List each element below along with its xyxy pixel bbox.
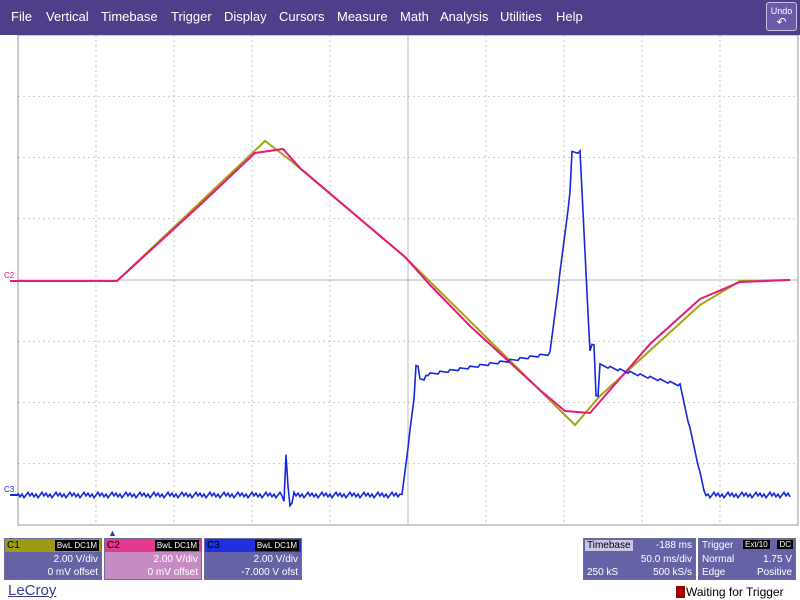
trigger-level: 1.75 V (763, 554, 792, 565)
timebase-scale: 50.0 ms/div (640, 554, 692, 565)
trigger-box[interactable]: Trigger Ext/10 DC Normal 1.75 V Edge Pos… (698, 538, 796, 580)
c3-tags: BwL DC1M (254, 540, 299, 551)
trigger-label: Trigger (702, 540, 734, 551)
c2-scale: 2.00 V/div (153, 554, 198, 565)
menu-timebase[interactable]: Timebase (101, 9, 158, 24)
trigger-position-icon: ▲ (108, 528, 117, 538)
menu-math[interactable]: Math (400, 9, 429, 24)
trigger-type: Edge (702, 567, 726, 578)
menu-vertical[interactable]: Vertical (46, 9, 89, 24)
timebase-box[interactable]: Timebase -188 ms 50.0 ms/div 250 kS 500 … (583, 538, 696, 580)
c3-marker-label: C3 (4, 485, 15, 494)
c2-marker-label: C2 (4, 271, 15, 280)
c2-name: C2 (107, 540, 120, 551)
menu-measure[interactable]: Measure (337, 9, 388, 24)
timebase-samples: 250 kS (587, 567, 619, 578)
timebase-label: Timebase (585, 540, 633, 551)
menu-trigger[interactable]: Trigger (171, 9, 212, 24)
traces (17, 139, 791, 508)
menu-help[interactable]: Help (556, 9, 583, 24)
c3-offset: -7.000 V ofst (241, 567, 298, 578)
c1-name: C1 (7, 540, 20, 551)
undo-icon: ↶ (776, 15, 787, 29)
c1-tags: BwL DC1M (54, 540, 99, 551)
acquisition-status: Waiting for Trigger (676, 585, 784, 599)
c2-tags: BwL DC1M (154, 540, 199, 551)
menu-cursors[interactable]: Cursors (279, 9, 325, 24)
trigger-coupling: DC (777, 540, 793, 549)
trigger-mode: Normal (702, 554, 735, 565)
timebase-delay: -188 ms (655, 540, 692, 551)
c3-scale: 2.00 V/div (253, 554, 298, 565)
menu-display[interactable]: Display (224, 9, 267, 24)
lecroy-logo: LeCroy (8, 582, 57, 599)
menu-analysis[interactable]: Analysis (440, 9, 488, 24)
menu-bar: File Vertical Timebase Trigger Display Cursor… (0, 0, 800, 35)
trigger-source: Ext/10 (743, 540, 770, 549)
channel-c3-box[interactable]: C3 BwL DC1M 2.00 V/div -7.000 V ofst (204, 538, 302, 580)
trace-markers: C2 C3 (4, 271, 18, 496)
menu-file[interactable]: File (11, 9, 32, 24)
c1-trace (18, 139, 791, 427)
waveform-display[interactable]: C2 C3 (0, 35, 800, 528)
status-text: Waiting for Trigger (686, 585, 784, 599)
status-panel: ▲ C1 BwL DC1M 2.00 V/div 0 mV offset C2 Bw… (0, 528, 800, 600)
c1-offset: 0 mV offset (47, 567, 98, 578)
undo-button[interactable]: Undo ↶ (766, 2, 797, 31)
c2-offset: 0 mV offset (147, 567, 198, 578)
c3-name: C3 (207, 540, 220, 551)
c1-scale: 2.00 V/div (53, 554, 98, 565)
c2-trace (18, 147, 791, 415)
channel-c1-box[interactable]: C1 BwL DC1M 2.00 V/div 0 mV offset (4, 538, 102, 580)
status-led-icon (676, 586, 685, 598)
trigger-slope: Positive (756, 567, 792, 578)
menu-utilities[interactable]: Utilities (500, 9, 542, 24)
channel-c2-box[interactable]: C2 BwL DC1M 2.00 V/div 0 mV offset (104, 538, 202, 580)
timebase-rate: 500 kS/s (653, 567, 692, 578)
